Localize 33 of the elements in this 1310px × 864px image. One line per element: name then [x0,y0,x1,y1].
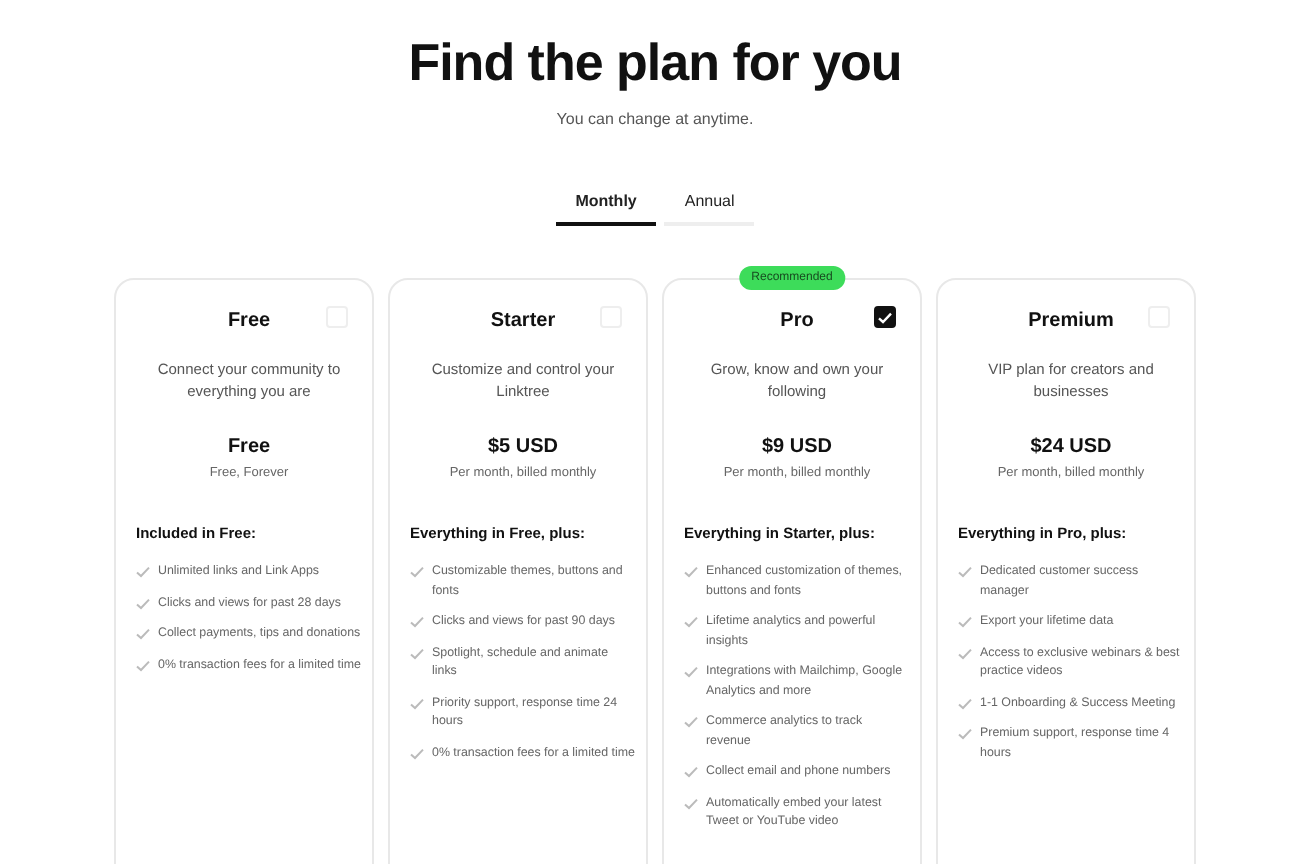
check-icon [684,766,698,778]
check-icon [410,747,424,759]
page-subheading: You can change at anytime. [556,110,754,128]
plan-price: $5 USD [487,436,558,458]
check-icon [410,616,424,628]
plan-name: Premium [1028,310,1114,332]
check-icon [958,728,972,740]
page-heading: Find the plan for you [408,32,902,94]
plan-price: $9 USD [761,436,832,458]
check-icon [410,697,424,709]
check-icon [410,566,424,578]
plan-price: Free [227,436,271,458]
check-icon [684,616,698,628]
plan-name: Pro [780,310,814,332]
check-icon [958,566,972,578]
check-icon [684,797,698,809]
check-icon [958,616,972,628]
plan-name: Free [227,310,271,332]
check-icon [684,566,698,578]
check-icon [684,666,698,678]
plan-checkbox[interactable] [874,306,896,328]
plan-name: Starter [490,310,556,332]
check-icon [136,566,150,578]
billing-tab[interactable]: Annual [664,184,755,226]
check-icon [136,628,150,640]
billing-tab[interactable]: Monthly [555,184,657,226]
plan-price: $24 USD [1030,436,1112,458]
check-icon [136,659,150,671]
check-icon [684,716,698,728]
check-icon [958,697,972,709]
check-icon [136,597,150,609]
check-icon [958,647,972,659]
check-icon [410,647,424,659]
